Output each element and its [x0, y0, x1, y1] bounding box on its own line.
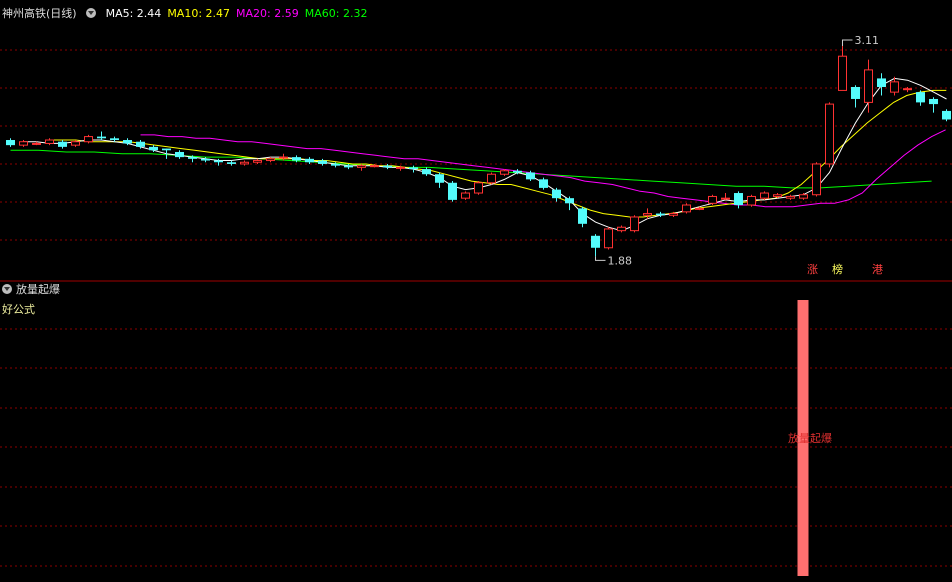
candle-body [708, 195, 717, 204]
candle-body [344, 165, 353, 168]
candle-body [58, 141, 67, 147]
candle-body [669, 213, 678, 216]
candle-body [474, 182, 483, 194]
candle-body [396, 166, 405, 169]
candle-body [84, 136, 93, 143]
candle-body [799, 194, 808, 199]
high-marker [842, 39, 853, 46]
candle-body [526, 172, 535, 180]
chevron-down-icon[interactable] [86, 8, 97, 18]
candle-body [292, 157, 301, 161]
period-label: (日线) [46, 7, 77, 20]
candle-body [227, 162, 236, 164]
indicator-name: 放量起爆 [16, 283, 60, 296]
candle-body [110, 138, 119, 141]
candle-body [617, 226, 626, 232]
candle-body [19, 141, 28, 146]
tag-zhang[interactable]: 涨 [807, 263, 818, 277]
candle-body [604, 228, 613, 249]
candle-body [175, 151, 184, 158]
candle-body [97, 136, 106, 139]
candle-body [383, 165, 392, 168]
candle-body [890, 81, 899, 93]
chevron-down-icon[interactable] [2, 284, 12, 294]
candle-body [838, 55, 847, 91]
candle-body [786, 195, 795, 199]
candle-body [552, 189, 561, 199]
candle-body [682, 204, 691, 213]
candle-body [32, 142, 41, 145]
candle-body [422, 169, 431, 175]
ma-legend: MA5: 2.44 MA10: 2.47 MA20: 2.59 MA60: 2.32 [106, 7, 374, 20]
candle-body [461, 192, 470, 199]
formula-label: 好公式 [2, 303, 35, 316]
candle-body [656, 213, 665, 216]
candle-body [448, 182, 457, 200]
candle-body [877, 78, 886, 87]
candle-body [721, 197, 730, 200]
candle-body [136, 141, 145, 147]
indicator-header: 放量起爆 [2, 282, 66, 298]
candle-body [214, 160, 223, 163]
candle-body [201, 158, 210, 161]
candle-body [929, 98, 938, 105]
candle-body [45, 139, 54, 144]
candle-body [318, 160, 327, 164]
candle-body [539, 179, 548, 188]
candle-body [773, 194, 782, 197]
ma-legend-item: MA10: 2.47 [167, 7, 231, 20]
ma60-line [10, 149, 932, 189]
candle-body [253, 160, 262, 163]
ma-legend-item: MA20: 2.59 [236, 7, 299, 20]
candle-body [864, 69, 873, 103]
candle-body [942, 110, 951, 120]
candle-body [409, 167, 418, 170]
ma10-line [49, 89, 947, 218]
candle-body [695, 207, 704, 210]
candle-body [266, 158, 275, 162]
tag-bang[interactable]: 榜 [832, 263, 843, 277]
candle-body [851, 86, 860, 99]
candle-body [162, 148, 171, 151]
main-chart-header: 神州高铁(日线) MA5: 2.44 MA10: 2.47 MA20: 2.59 MA… [2, 6, 379, 22]
candle-body [357, 165, 366, 168]
candle-body [487, 173, 496, 184]
candle-body [370, 165, 379, 168]
low-label: 1.88 [608, 254, 633, 267]
candle-body [435, 174, 444, 183]
candle-body [71, 141, 80, 146]
stock-name: 神州高铁 [2, 7, 46, 20]
candle-body [734, 193, 743, 206]
candle-body [279, 156, 288, 159]
candle-body [916, 92, 925, 103]
candle-body [903, 88, 912, 91]
candle-body [591, 235, 600, 248]
candle-body [149, 146, 158, 151]
candle-body [240, 161, 249, 165]
candle-body [500, 170, 509, 175]
candle-body [188, 157, 197, 159]
candle-body [123, 140, 132, 144]
low-marker [595, 256, 606, 261]
tag-gang[interactable]: 港 [872, 263, 883, 277]
candle-body [513, 170, 522, 173]
candle-body [747, 195, 756, 206]
ma-legend-item: MA60: 2.32 [304, 7, 368, 20]
candle-body [565, 198, 574, 204]
kline-chart: 3.11 1.88 [0, 34, 952, 576]
high-label: 3.11 [855, 34, 880, 47]
candle-body [825, 103, 834, 165]
candle-body [760, 192, 769, 199]
ma-legend-item: MA5: 2.44 [105, 7, 162, 20]
candle-body [331, 163, 340, 166]
candle-body [812, 163, 821, 196]
candle-body [643, 213, 652, 216]
candle-body [6, 140, 15, 146]
candle-body [578, 208, 587, 224]
signal-text: 放量起爆 [788, 432, 832, 445]
candle-body [305, 158, 314, 163]
ma20-line [140, 129, 946, 208]
candle-body [630, 216, 639, 232]
